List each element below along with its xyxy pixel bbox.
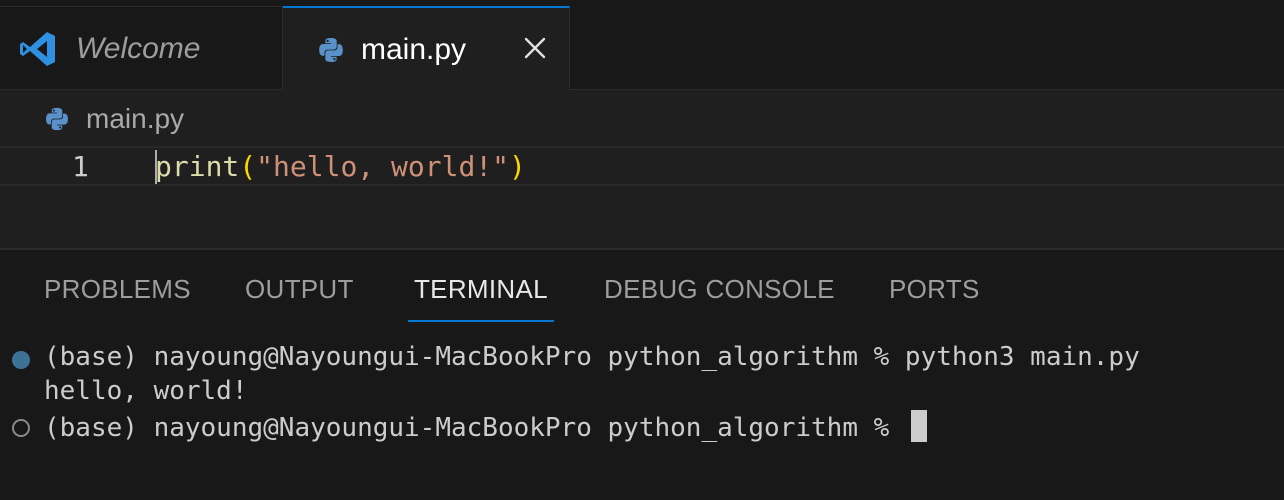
code-open-paren: (	[239, 150, 257, 183]
code-editor[interactable]: main.py 1 print("hello, world!")	[0, 90, 1284, 248]
bottom-panel: PROBLEMS OUTPUT TERMINAL DEBUG CONSOLE P…	[0, 250, 1284, 500]
tab-terminal[interactable]: TERMINAL	[408, 274, 554, 322]
breadcrumb-file-label: main.py	[86, 103, 185, 134]
editor-tab-bar: Welcome main.py	[0, 0, 1284, 91]
tab-debug-console[interactable]: DEBUG CONSOLE	[604, 274, 835, 320]
code-close-paren: )	[509, 150, 526, 183]
line-number: 1	[72, 150, 89, 183]
close-icon[interactable]	[523, 36, 547, 60]
tab-welcome[interactable]: Welcome	[0, 6, 283, 90]
code-function-token: print	[155, 150, 240, 183]
tab-welcome-label: Welcome	[76, 31, 201, 65]
terminal-prompt: (base) nayoung@Nayoungui-MacBookPro pyth…	[44, 413, 905, 443]
tab-main-py[interactable]: main.py	[283, 6, 570, 91]
panel-tab-bar: PROBLEMS OUTPUT TERMINAL DEBUG CONSOLE P…	[0, 274, 1284, 322]
terminal-cursor	[910, 410, 927, 442]
code-line[interactable]: 1 print("hello, world!")	[0, 146, 1284, 186]
python-icon	[46, 107, 68, 131]
vscode-window: Welcome main.py main.py 1 print("hello, …	[0, 0, 1284, 500]
terminal[interactable]: (base) nayoung@Nayoungui-MacBookPro pyth…	[0, 342, 1284, 492]
text-cursor	[155, 150, 157, 184]
tab-problems[interactable]: PROBLEMS	[44, 274, 191, 320]
code-string-token: "hello, world!"	[256, 150, 510, 183]
tab-ports[interactable]: PORTS	[889, 274, 980, 320]
python-icon	[319, 37, 343, 62]
command-pending-dot-icon[interactable]	[12, 419, 30, 437]
tab-output[interactable]: OUTPUT	[245, 274, 354, 320]
tab-main-py-label: main.py	[361, 32, 467, 66]
tab-terminal-label: TERMINAL	[414, 274, 548, 304]
command-success-dot-icon[interactable]	[12, 351, 30, 369]
breadcrumb[interactable]: main.py	[44, 102, 184, 136]
terminal-output-line: hello, world!	[44, 376, 248, 406]
code-text: print("hello, world!")	[155, 150, 526, 183]
vscode-logo-icon	[20, 31, 55, 66]
active-tab-underline	[408, 320, 554, 322]
terminal-line: (base) nayoung@Nayoungui-MacBookPro pyth…	[44, 342, 1140, 372]
terminal-prompt-line: (base) nayoung@Nayoungui-MacBookPro pyth…	[44, 410, 927, 443]
